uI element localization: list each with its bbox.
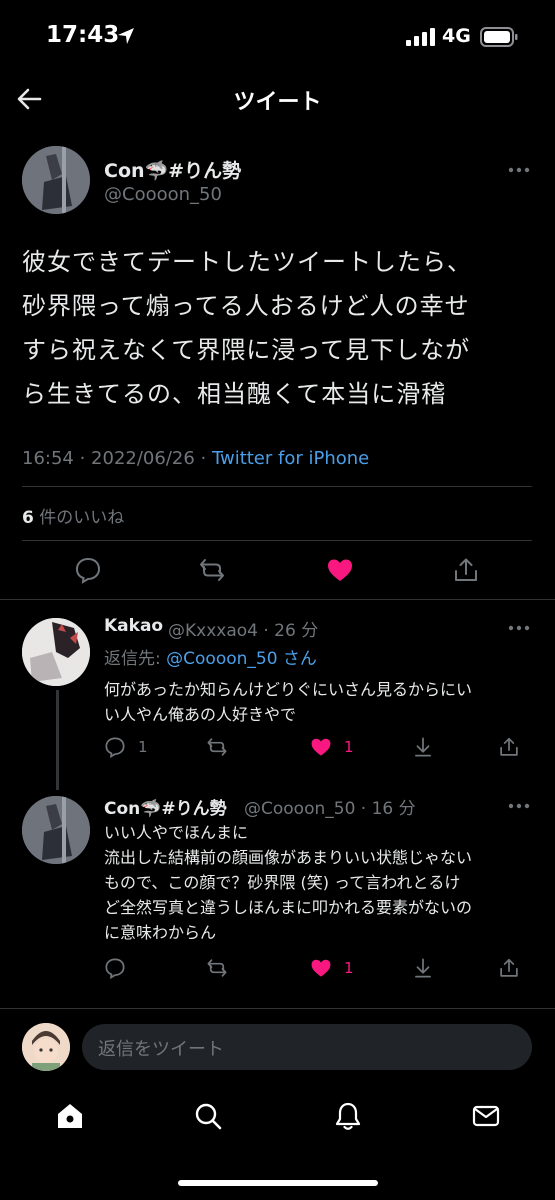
author-avatar[interactable] <box>22 146 90 214</box>
network-type: 4G <box>442 25 471 47</box>
home-icon[interactable] <box>54 1100 86 1132</box>
download-icon[interactable] <box>412 957 434 979</box>
tweet-line: すら祝えなくて界隈に浸って見下しなが <box>22 336 471 364</box>
share-icon[interactable] <box>498 736 520 758</box>
reply-display-name[interactable]: Con🦈#りん勢 <box>104 794 227 819</box>
reply-count: 1 <box>138 738 148 756</box>
reply-to-line: 返信先: @Coooon_50 さん <box>104 644 317 669</box>
top-header: ツイート <box>0 70 555 126</box>
reply-line: もので、この顔で？砂界隈 (笑) って言われとるけ <box>104 873 461 892</box>
reply-line: に意味わからん <box>104 923 217 942</box>
location-arrow-icon <box>118 28 134 44</box>
like-icon-filled[interactable] <box>310 736 332 758</box>
retweet-icon[interactable] <box>206 736 228 758</box>
reply-body: 何があったか知らんけどりぐにいさん見るからにい い人やん俺あの人好きやで <box>104 677 554 727</box>
like-count: 1 <box>344 738 354 756</box>
divider <box>0 599 555 600</box>
tweet-line: 彼女できてデートしたツイートしたら、 <box>22 248 472 276</box>
my-avatar[interactable] <box>22 1023 70 1071</box>
notifications-bell-icon[interactable] <box>332 1100 364 1132</box>
home-indicator <box>178 1180 378 1186</box>
avatar-image <box>22 1023 70 1071</box>
reply-handle-time: @Kxxxao4 · 26 分 <box>168 621 319 641</box>
status-bar: 17:43 4G <box>0 0 555 70</box>
avatar-image <box>22 146 90 214</box>
divider <box>22 540 532 541</box>
share-icon[interactable] <box>452 556 480 584</box>
like-count: 1 <box>344 959 354 977</box>
reply-line: 流出した結構前の顔画像があまりいい状態じゃない <box>104 848 473 867</box>
like-icon-filled[interactable] <box>310 957 332 979</box>
tweet-line: 砂界隈って煽ってる人おるけど人の幸せ <box>22 292 470 320</box>
signal-icon <box>406 28 435 46</box>
reply-avatar[interactable] <box>22 618 90 686</box>
author-handle[interactable]: @Coooon_50 <box>104 184 222 205</box>
reply-display-name[interactable]: Kakao <box>104 616 163 636</box>
reply-line: いい人やでほんまに <box>104 823 249 842</box>
likes-count: 6 <box>22 508 34 528</box>
reply-handle-time: @Coooon_50 · 16 分 <box>244 799 416 819</box>
status-time: 17:43 <box>46 22 120 48</box>
avatar-image <box>22 796 90 864</box>
divider <box>0 1008 555 1009</box>
retweet-icon[interactable] <box>206 957 228 979</box>
reply-line: 何があったか知らんけどりぐにいさん見るからにい <box>104 680 473 699</box>
tweet-timestamp: 16:54 · 2022/06/26 · <box>22 448 212 469</box>
search-icon[interactable] <box>192 1100 224 1132</box>
thread-connector <box>56 690 59 790</box>
more-options-icon[interactable] <box>508 802 530 810</box>
reply-body: いい人やでほんまに 流出した結構前の顔画像があまりいい状態じゃない もので、この… <box>104 820 554 945</box>
more-options-icon[interactable] <box>508 166 530 174</box>
messages-envelope-icon[interactable] <box>470 1100 502 1132</box>
reply-icon[interactable] <box>104 736 126 758</box>
tweet-body: 彼女できてデートしたツイートしたら、 砂界隈って煽ってる人おるけど人の幸せ すら… <box>22 240 537 416</box>
reply-to-handle-link[interactable]: @Coooon_50 さん <box>166 649 317 669</box>
reply-compose-input[interactable]: 返信をツイート <box>82 1024 532 1070</box>
tweet-source-link[interactable]: Twitter for iPhone <box>212 448 369 469</box>
battery-icon <box>480 27 518 47</box>
tweet-line: ら生きてるの、相当醜くて本当に滑稽 <box>22 380 447 408</box>
reply-icon[interactable] <box>104 957 126 979</box>
avatar-image <box>22 618 90 686</box>
more-options-icon[interactable] <box>508 624 530 632</box>
reply-line: ど全然写真と違うしほんまに叩かれる要素がないの <box>104 898 473 917</box>
tweet-meta: 16:54 · 2022/06/26 · Twitter for iPhone <box>22 448 369 469</box>
author-display-name[interactable]: Con🦈#りん勢 <box>104 156 241 183</box>
page-title: ツイート <box>233 90 322 115</box>
reply-icon[interactable] <box>74 556 102 584</box>
reply-avatar[interactable] <box>22 796 90 864</box>
reply-to-prefix: 返信先: <box>104 649 167 669</box>
divider <box>22 486 532 487</box>
download-icon[interactable] <box>412 736 434 758</box>
likes-summary[interactable]: 6 件のいいね <box>22 503 124 528</box>
like-icon-filled[interactable] <box>326 556 354 584</box>
share-icon[interactable] <box>498 957 520 979</box>
likes-label: 件のいいね <box>39 508 125 528</box>
retweet-icon[interactable] <box>198 556 226 584</box>
reply-line: い人やん俺あの人好きやで <box>104 705 297 724</box>
